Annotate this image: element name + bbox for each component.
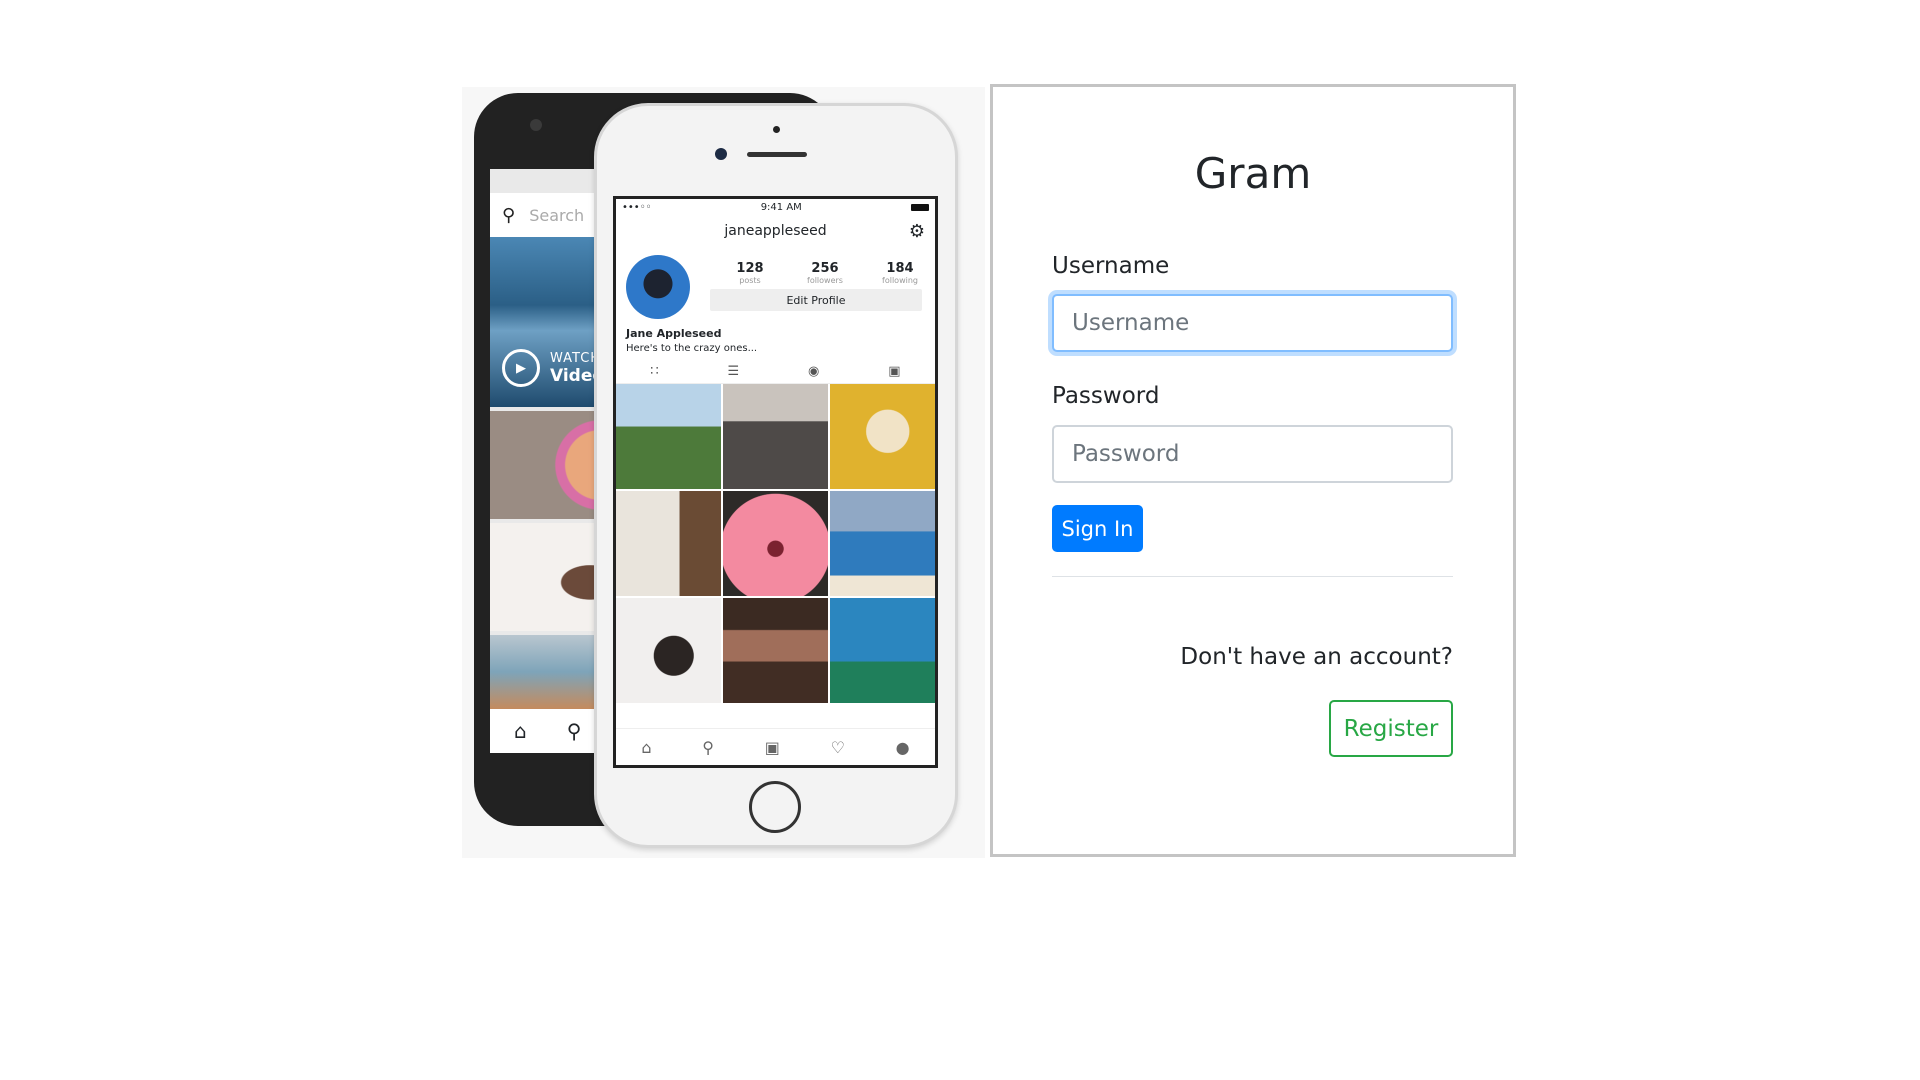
- home-button: [749, 781, 801, 833]
- login-card: Gram Username Password Sign In Don't hav…: [990, 84, 1516, 857]
- profile-section: 128 posts 256 followers 184 following Ed…: [616, 247, 935, 384]
- profile-view-tabs: ∷ ☰ ◉ ▣: [616, 359, 935, 383]
- front-camera: [715, 148, 727, 160]
- location-pin-icon: ◉: [808, 363, 820, 379]
- search-icon: ⚲: [502, 204, 516, 226]
- stat-label: posts: [739, 276, 761, 285]
- stat-followers: 256 followers: [795, 261, 855, 285]
- stat-posts: 128 posts: [720, 261, 780, 285]
- stat-value: 184: [886, 261, 914, 276]
- profile-icon: ●: [895, 737, 910, 757]
- search-icon: ⚲: [702, 737, 714, 757]
- front-phone-screen: •••◦◦ 9:41 AM janeappleseed ⚙ 128 posts …: [613, 196, 938, 768]
- list-icon: ☰: [727, 363, 740, 379]
- stat-label: followers: [807, 276, 843, 285]
- front-sensor: [773, 126, 780, 133]
- profile-bio: Here's to the crazy ones...: [626, 343, 758, 354]
- phones-hero-image: ⚲ Search ▶ WATCH Video ⌂ ⚲ •••◦◦ 9:41 AM…: [462, 87, 985, 858]
- profile-username: janeappleseed: [724, 223, 827, 239]
- earpiece-speaker: [747, 152, 807, 157]
- front-bottom-nav: ⌂ ⚲ ▣ ♡ ●: [616, 728, 935, 765]
- photo-concert: [723, 598, 828, 703]
- status-time: 9:41 AM: [760, 201, 802, 213]
- photo-cat: [830, 384, 935, 489]
- tagged-icon: ▣: [888, 363, 901, 379]
- photo-grid: [616, 384, 935, 703]
- stat-label: following: [882, 276, 918, 285]
- gear-icon: ⚙: [908, 221, 925, 242]
- grid-icon: ∷: [650, 363, 659, 379]
- profile-display-name: Jane Appleseed: [626, 327, 722, 340]
- back-camera: [530, 119, 542, 131]
- heart-icon: ♡: [830, 737, 845, 757]
- photo-gondola: [830, 598, 935, 703]
- stat-value: 128: [736, 261, 764, 276]
- username-input[interactable]: [1052, 294, 1453, 352]
- profile-header: janeappleseed ⚙: [616, 215, 935, 247]
- divider: [1052, 576, 1453, 577]
- username-label: Username: [1052, 253, 1170, 279]
- sign-in-button[interactable]: Sign In: [1052, 505, 1143, 552]
- profile-stats: 128 posts 256 followers 184 following: [720, 261, 930, 285]
- back-search-placeholder: Search: [529, 205, 585, 225]
- play-icon: ▶: [502, 349, 540, 387]
- register-button[interactable]: Register: [1329, 700, 1453, 757]
- status-bar: •••◦◦ 9:41 AM: [616, 199, 935, 215]
- photo-park: [616, 384, 721, 489]
- photo-lake: [830, 491, 935, 596]
- no-account-text: Don't have an account?: [1180, 644, 1453, 670]
- search-icon: ⚲: [566, 719, 582, 743]
- watch-video-overlay: ▶ WATCH Video: [502, 349, 604, 387]
- password-label: Password: [1052, 383, 1160, 409]
- password-input[interactable]: [1052, 425, 1453, 483]
- avatar: [626, 255, 690, 319]
- photo-flower: [723, 491, 828, 596]
- home-icon: ⌂: [641, 737, 652, 757]
- battery-icon: [910, 203, 929, 211]
- signal-icon: •••◦◦: [622, 201, 652, 213]
- photo-bridge: [723, 384, 828, 489]
- camera-icon: ▣: [764, 737, 780, 757]
- photo-room: [616, 491, 721, 596]
- edit-profile-button: Edit Profile: [710, 289, 922, 311]
- stat-value: 256: [811, 261, 839, 276]
- home-icon: ⌂: [514, 719, 527, 743]
- app-title: Gram: [1194, 149, 1312, 198]
- photo-portrait: [616, 598, 721, 703]
- stat-following: 184 following: [870, 261, 930, 285]
- front-phone: •••◦◦ 9:41 AM janeappleseed ⚙ 128 posts …: [594, 103, 958, 848]
